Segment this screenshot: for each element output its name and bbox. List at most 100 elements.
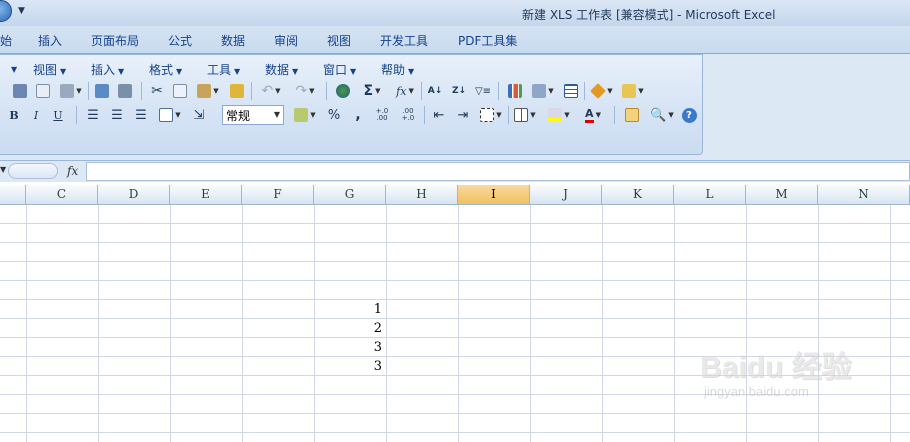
paste-button[interactable]: ▼ <box>193 81 223 101</box>
menu-tools[interactable]: 工具 ▼ <box>207 61 240 78</box>
chart-wizard-button[interactable] <box>504 81 526 101</box>
column-header-i[interactable]: I <box>458 185 530 205</box>
separator <box>326 82 327 100</box>
align-center-button[interactable]: ☰ <box>106 105 128 125</box>
cell-h[interactable]: 2 <box>314 319 386 338</box>
drawing-button[interactable]: ▼ <box>528 81 558 101</box>
decrease-decimal-button[interactable]: .00 +.0 <box>396 105 420 125</box>
menu-dropdown-icon[interactable]: ▼ <box>8 61 17 75</box>
help-button[interactable]: ? <box>679 105 699 125</box>
cell-h[interactable]: 1 <box>314 300 386 319</box>
tab-view[interactable]: 视图 <box>327 32 351 49</box>
number-format-select[interactable]: 常规 ▼ <box>222 105 284 125</box>
column-header-g[interactable]: G <box>314 185 386 205</box>
separator <box>88 82 89 100</box>
comma-style-button[interactable]: , <box>347 105 369 125</box>
insert-function-icon[interactable]: fx <box>67 164 78 178</box>
formula-input[interactable] <box>86 162 910 181</box>
paintbrush-icon <box>230 84 244 98</box>
column-header-n[interactable]: N <box>818 185 910 205</box>
permission-button[interactable]: ▼ <box>56 81 86 101</box>
increase-indent-button[interactable]: ⇥ <box>452 105 474 125</box>
menu-insert[interactable]: 插入 ▼ <box>91 61 124 78</box>
align-left-button[interactable]: ☰ <box>82 105 104 125</box>
fill-color-button[interactable]: ▼ <box>543 105 575 125</box>
cut-button[interactable]: ✂ <box>147 81 167 101</box>
clipboard-icon <box>197 84 212 98</box>
sort-ascending-button[interactable]: A↓ <box>424 81 446 101</box>
column-header-f[interactable]: F <box>242 185 314 205</box>
borders-button[interactable]: ▼ <box>476 105 506 125</box>
column-header-k[interactable]: K <box>602 185 674 205</box>
cell-h[interactable]: 3 <box>314 338 386 357</box>
redo-button[interactable]: ↷ ▼ <box>289 81 321 101</box>
undo-button[interactable]: ↶ ▼ <box>255 81 287 101</box>
help-icon: ? <box>681 107 697 123</box>
column-header-j[interactable]: J <box>530 185 602 205</box>
office-button[interactable] <box>0 0 12 22</box>
format-painter-button[interactable] <box>226 81 248 101</box>
print-preview-button[interactable] <box>33 81 53 101</box>
increase-decimal-button[interactable]: +.0 .00 <box>370 105 394 125</box>
autosum-button[interactable]: Σ ▼ <box>356 81 388 101</box>
tab-page-layout[interactable]: 页面布局 <box>91 32 139 49</box>
hyperlink-button[interactable] <box>332 81 354 101</box>
cell-h[interactable]: 3 <box>314 357 386 376</box>
italic-button[interactable]: I <box>26 105 46 125</box>
filter-button[interactable]: ▽≡ <box>472 81 494 101</box>
styles-button[interactable] <box>620 105 644 125</box>
spelling-button[interactable] <box>92 81 112 101</box>
tab-home[interactable]: 始 <box>0 32 12 49</box>
font-color-button[interactable]: A ▼ <box>577 105 609 125</box>
menu-window[interactable]: 窗口 ▼ <box>323 61 356 78</box>
research-button[interactable] <box>115 81 135 101</box>
decrease-indent-button[interactable]: ⇤ <box>428 105 450 125</box>
accounting-format-button[interactable]: ▼ <box>289 105 321 125</box>
insert-function-button[interactable]: fx ▼ <box>391 81 419 101</box>
menu-data[interactable]: 数据 ▼ <box>265 61 298 78</box>
percent-style-button[interactable]: % <box>323 105 345 125</box>
name-box-dropdown-icon[interactable]: ▼ <box>0 165 6 174</box>
printer-icon <box>13 84 27 98</box>
column-header-m[interactable]: M <box>746 185 818 205</box>
tab-developer[interactable]: 开发工具 <box>380 32 428 49</box>
column-header-b[interactable] <box>0 185 26 205</box>
column-header-c[interactable]: C <box>26 185 98 205</box>
tab-review[interactable]: 审阅 <box>274 32 298 49</box>
align-center-icon: ☰ <box>111 107 123 123</box>
tab-insert[interactable]: 插入 <box>38 32 62 49</box>
table-icon <box>564 84 578 98</box>
bar-chart-icon <box>508 84 522 98</box>
find-button[interactable]: 🔍 ▼ <box>647 105 677 125</box>
styles-icon <box>625 108 639 122</box>
open-folder-button[interactable]: ▼ <box>618 81 648 101</box>
menu-format[interactable]: 格式 ▼ <box>149 61 182 78</box>
column-header-l[interactable]: L <box>674 185 746 205</box>
column-header-d[interactable]: D <box>98 185 170 205</box>
macro-button[interactable]: ▼ <box>587 81 617 101</box>
copy-button[interactable] <box>170 81 190 101</box>
sort-descending-button[interactable]: Z↓ <box>448 81 470 101</box>
cell-borders-button[interactable]: ▼ <box>510 105 540 125</box>
wrap-text-button[interactable]: ⇲ <box>188 105 210 125</box>
merge-center-button[interactable]: ▼ <box>154 105 186 125</box>
menu-view[interactable]: 视图 ▼ <box>33 61 66 78</box>
tab-pdf-tools[interactable]: PDF工具集 <box>458 32 517 49</box>
shapes-icon <box>532 84 547 98</box>
underline-button[interactable]: U <box>48 105 68 125</box>
menu-help[interactable]: 帮助 ▼ <box>381 61 414 78</box>
align-right-button[interactable]: ☰ <box>130 105 152 125</box>
quick-access-dropdown-icon[interactable]: ▼ <box>18 6 25 16</box>
column-header-h[interactable]: H <box>386 185 458 205</box>
title-bar: ▼ 新建 XLS 工作表 [兼容模式] - Microsoft Excel <box>0 0 910 26</box>
print-button[interactable] <box>10 81 30 101</box>
scissors-icon: ✂ <box>151 83 163 99</box>
tab-formulas[interactable]: 公式 <box>168 32 192 49</box>
table-button[interactable] <box>560 81 582 101</box>
merge-cells-icon <box>159 108 174 122</box>
column-header-e[interactable]: E <box>170 185 242 205</box>
bold-button[interactable]: B <box>4 105 24 125</box>
tab-data[interactable]: 数据 <box>221 32 245 49</box>
worksheet-grid[interactable]: 1 2 3 3 <box>0 205 910 442</box>
separator <box>584 82 585 100</box>
